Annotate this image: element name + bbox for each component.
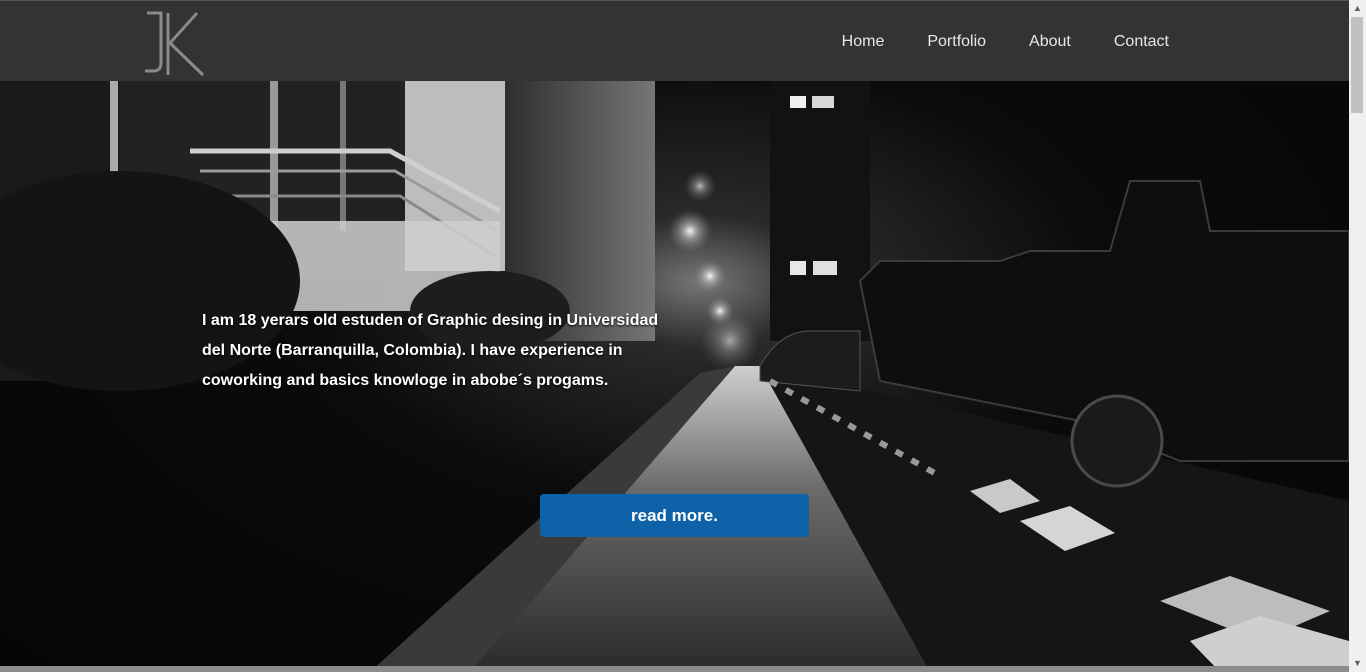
nav-portfolio[interactable]: Portfolio — [927, 31, 986, 53]
scroll-up-arrow-icon[interactable]: ▲ — [1349, 0, 1366, 17]
main-nav: Home Portfolio About Contact — [799, 31, 1169, 53]
nav-about[interactable]: About — [1029, 31, 1071, 53]
bottom-strip — [0, 666, 1349, 672]
scroll-thumb[interactable] — [1351, 17, 1363, 113]
vertical-scrollbar[interactable]: ▲ ▼ — [1349, 0, 1366, 672]
intro-text: I am 18 yerars old estuden of Graphic de… — [202, 306, 672, 396]
read-more-button[interactable]: read more. — [540, 494, 809, 537]
nav-home[interactable]: Home — [842, 31, 885, 53]
intro-line: coworking and basics knowloge in abobe´s… — [202, 372, 609, 389]
jk-logo[interactable] — [143, 9, 209, 79]
hero-section: I am 18 yerars old estuden of Graphic de… — [0, 81, 1349, 672]
intro-line: del Norte (Barranquilla, Colombia). I ha… — [202, 342, 623, 359]
nav-contact[interactable]: Contact — [1114, 31, 1169, 53]
top-navbar: Home Portfolio About Contact — [0, 0, 1349, 81]
scroll-down-arrow-icon[interactable]: ▼ — [1349, 655, 1366, 672]
intro-line: I am 18 yerars old estuden of Graphic de… — [202, 312, 659, 329]
